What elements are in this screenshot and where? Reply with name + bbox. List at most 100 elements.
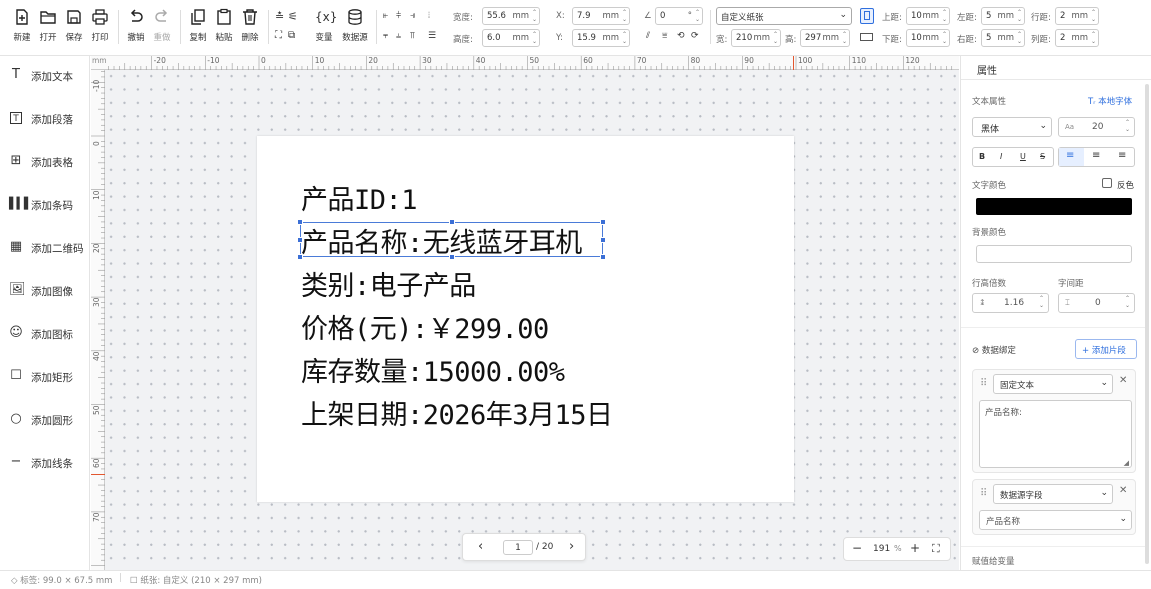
margin-left-input[interactable]: 5 mm ⌃ ⌄	[981, 7, 1025, 25]
resize-handle[interactable]	[600, 237, 606, 243]
text-line-price[interactable]: 价格(元):￥299.00	[301, 307, 549, 346]
align-left-icon[interactable]: ⫦	[383, 11, 388, 21]
row-gap-input[interactable]: 2 mm ⌃ ⌄	[1055, 7, 1099, 25]
zoom-out-button[interactable]: −	[852, 541, 862, 555]
prev-page-button[interactable]: ‹	[478, 539, 483, 554]
width-input[interactable]: 55.6 mm ⌃ ⌄	[482, 7, 540, 25]
print-button[interactable]: 打印	[87, 6, 113, 46]
delete-button[interactable]: 删除	[237, 6, 263, 46]
design-canvas[interactable]: mm -20 -10 0 10 20 30 40 50 60 70 80 90 100 110 120 -1…	[91, 56, 959, 570]
x-input[interactable]: 7.9 mm ⌃ ⌄	[572, 7, 630, 25]
underline-button[interactable]: U	[1020, 152, 1026, 161]
add-icon-button[interactable]: ☺ 添加图标	[0, 320, 90, 348]
add-table-button[interactable]: ⊞ 添加表格	[0, 148, 90, 176]
add-circle-button[interactable]: ○ 添加圆形	[0, 406, 90, 434]
page-number-input[interactable]: 1	[503, 540, 533, 555]
scrollbar[interactable]	[1145, 84, 1149, 564]
bg-color-swatch[interactable]	[976, 245, 1132, 263]
line-height-input[interactable]: ↨ 1.16 ⌃ ⌄	[972, 293, 1049, 313]
zoom-value[interactable]: 191	[873, 544, 890, 554]
align-left-button[interactable]: ≡	[1059, 148, 1084, 166]
redo-button[interactable]: 重做	[149, 6, 175, 46]
col-gap-input[interactable]: 2 mm ⌃ ⌄	[1055, 29, 1099, 47]
align-right-icon[interactable]: ≡	[1118, 150, 1126, 161]
datasource-button[interactable]: 数据源	[341, 6, 369, 46]
resize-handle[interactable]	[600, 219, 606, 225]
segment-text-input[interactable]: 产品名称: ◢	[979, 400, 1132, 468]
ungroup-icon[interactable]: ⧉	[288, 30, 295, 41]
landscape-orientation-icon[interactable]	[860, 33, 873, 41]
add-image-button[interactable]: 🖼 添加图像	[0, 277, 90, 305]
align-vcenter-icon[interactable]: ⫨	[396, 31, 401, 41]
copy-button[interactable]: 复制	[185, 6, 211, 46]
remove-segment-icon[interactable]: ✕	[1119, 485, 1127, 496]
align-center-icon[interactable]: ≡	[1092, 150, 1100, 161]
flip-v-icon[interactable]: ⩸	[662, 31, 667, 41]
rotation-input[interactable]: 0 ° ⌃ ⌄	[655, 7, 703, 25]
strikethrough-button[interactable]: S	[1040, 152, 1045, 161]
align-right-icon[interactable]: ⫣	[410, 11, 415, 21]
margin-top-input[interactable]: 10 mm ⌃ ⌄	[906, 7, 950, 25]
add-qrcode-button[interactable]: ▦ 添加二维码	[0, 234, 90, 262]
flip-h-icon[interactable]: ⫽	[646, 31, 650, 41]
add-barcode-button[interactable]: ▌▍▌ 添加条码	[0, 191, 90, 219]
datasource-field-select[interactable]: 产品名称 ⌄	[979, 510, 1132, 530]
resize-handle[interactable]	[297, 219, 303, 225]
segment-type-select[interactable]: 固定文本 ⌄	[993, 374, 1113, 394]
text-line-category[interactable]: 类别:电子产品	[301, 264, 476, 303]
remove-segment-icon[interactable]: ✕	[1119, 375, 1127, 386]
layer-up-icon[interactable]: ≛	[275, 10, 284, 23]
drag-handle-icon[interactable]: ⠿	[980, 378, 987, 389]
bold-button[interactable]: B	[979, 152, 985, 161]
distribute-h-icon[interactable]: ⦙	[428, 11, 430, 21]
rotate-right-icon[interactable]: ⟳	[691, 31, 699, 41]
portrait-orientation-icon[interactable]	[860, 8, 874, 24]
open-button[interactable]: 打开	[35, 6, 61, 46]
zoom-in-button[interactable]: +	[910, 541, 920, 555]
save-button[interactable]: 保存	[61, 6, 87, 46]
text-line-product-id[interactable]: 产品ID:1	[301, 178, 418, 217]
font-size-input[interactable]: Aa 20 ⌃ ⌄	[1058, 117, 1135, 137]
add-segment-button[interactable]: + 添加片段	[1075, 339, 1137, 359]
margin-bottom-input[interactable]: 10 mm ⌃ ⌄	[906, 29, 950, 47]
align-bottom-icon[interactable]: ⫪	[410, 31, 415, 41]
text-line-date[interactable]: 上架日期:2026年3月15日	[301, 393, 613, 432]
paste-button[interactable]: 粘贴	[211, 6, 237, 46]
text-color-swatch[interactable]	[976, 198, 1132, 215]
distribute-v-icon[interactable]: ☰	[428, 31, 436, 41]
paper-height-input[interactable]: 297 mm ⌃ ⌄	[800, 29, 850, 47]
text-line-stock[interactable]: 库存数量:15000.00%	[301, 350, 565, 389]
resize-handle[interactable]	[449, 219, 455, 225]
rotate-left-icon[interactable]: ⟲	[677, 31, 685, 41]
height-input[interactable]: 6.0 mm ⌃ ⌄	[482, 29, 540, 47]
resize-handle[interactable]	[600, 254, 606, 260]
invert-checkbox[interactable]	[1102, 178, 1112, 188]
local-font-link[interactable]: Tᵣ 本地字体	[1088, 95, 1132, 107]
y-input[interactable]: 15.9 mm ⌃ ⌄	[572, 29, 630, 47]
paper-width-input[interactable]: 210 mm ⌃ ⌄	[731, 29, 781, 47]
undo-button[interactable]: 撤销	[123, 6, 149, 46]
layer-down-icon[interactable]: ⚟	[288, 10, 298, 23]
add-text-button[interactable]: T 添加文本	[0, 62, 90, 90]
resize-handle[interactable]	[297, 254, 303, 260]
label-page[interactable]: 产品ID:1 产品名称:无线蓝牙耳机 类别:电子产品 价格(元):￥299.00…	[257, 136, 794, 502]
letter-spacing-input[interactable]: ⌶ 0 ⌃ ⌄	[1058, 293, 1135, 313]
selection-box[interactable]	[297, 219, 606, 260]
add-rectangle-button[interactable]: ☐ 添加矩形	[0, 363, 90, 391]
align-top-icon[interactable]: ⫧	[383, 31, 388, 41]
add-line-button[interactable]: − 添加线条	[0, 449, 90, 477]
next-page-button[interactable]: ›	[569, 539, 574, 554]
resize-handle[interactable]	[297, 237, 303, 243]
align-hcenter-icon[interactable]: ⫩	[396, 11, 401, 21]
resize-handle[interactable]	[449, 254, 455, 260]
font-family-select[interactable]: 黑体 ⌄	[972, 117, 1052, 137]
paper-select[interactable]: 自定义纸张 ⌄	[716, 7, 852, 25]
fullscreen-icon[interactable]: ⛶	[932, 542, 940, 556]
segment-type-select[interactable]: 数据源字段 ⌄	[993, 484, 1113, 504]
drag-handle-icon[interactable]: ⠿	[980, 488, 987, 499]
add-paragraph-button[interactable]: T 添加段落	[0, 105, 90, 133]
italic-button[interactable]: I	[1000, 152, 1002, 161]
new-button[interactable]: 新建	[9, 6, 35, 46]
variable-button[interactable]: {x} 变量	[311, 6, 337, 46]
margin-right-input[interactable]: 5 mm ⌃ ⌄	[981, 29, 1025, 47]
